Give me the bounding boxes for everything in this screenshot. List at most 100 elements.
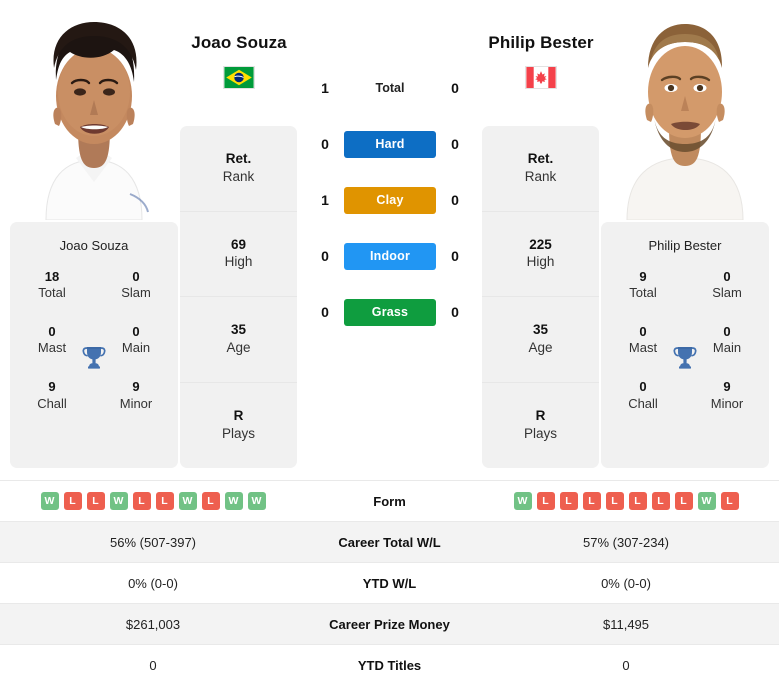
rank-label: Age <box>226 339 251 355</box>
rank-cell-plays: R Plays <box>482 383 599 469</box>
ranks-card-left: Ret. Rank 69 High 35 Age R Plays <box>180 126 297 468</box>
stat-value: 9 <box>723 379 731 395</box>
rank-label: Plays <box>523 425 557 441</box>
stat-cell: 0 Mast <box>601 312 685 367</box>
rank-label: Plays <box>221 425 255 441</box>
stat-label: Chall <box>37 395 67 411</box>
rank-label: High <box>224 254 253 270</box>
player-name-right: Philip Bester <box>488 33 594 52</box>
table-row-label: YTD Titles <box>357 657 422 673</box>
value-left: $261,003 <box>125 616 181 632</box>
h2h-label-total: Total <box>375 81 405 95</box>
rank-cell-high: 225 High <box>482 212 599 297</box>
stat-label: Mast <box>628 340 658 356</box>
stat-value: 0 <box>639 379 647 395</box>
table-row-ytd-titles: 0 YTD Titles 0 <box>0 644 779 685</box>
titles-card-left: Joao Souza 18 Total 0 Slam 0 Mast 0 Main… <box>10 222 178 468</box>
table-row-career-total-wl: 56% (507-397) Career Total W/L 57% (307-… <box>0 521 779 562</box>
rank-cell-plays: R Plays <box>180 383 297 469</box>
form-badge-win: W <box>224 492 243 510</box>
stat-cell: 0 Slam <box>685 257 769 312</box>
form-badge-loss: L <box>628 492 647 510</box>
stat-label: Slam <box>121 285 151 301</box>
stat-label: Slam <box>712 285 742 301</box>
rank-cell-high: 69 High <box>180 212 297 297</box>
rank-cell-rank: Ret. Rank <box>482 126 599 212</box>
form-badge-loss: L <box>651 492 670 510</box>
stat-cell: 0 Chall <box>601 367 685 422</box>
h2h-row-indoor: 0 Indoor 0 <box>306 228 474 284</box>
value-left: 0 <box>149 657 157 673</box>
comparison-stats-table: WLLWLLWLWW Form WLLLLLLLWL 56% (507-397)… <box>0 480 779 685</box>
stat-label: Total <box>629 285 657 301</box>
form-badge-win: W <box>697 492 716 510</box>
table-row-label: Career Prize Money <box>329 616 450 632</box>
stat-value: 0 <box>48 324 56 340</box>
stat-cell: 0 Main <box>685 312 769 367</box>
h2h-right-score-indoor: 0 <box>451 248 459 264</box>
surface-badge-grass[interactable]: Grass <box>344 298 436 326</box>
table-row-career-prize-money: $261,003 Career Prize Money $11,495 <box>0 603 779 644</box>
table-row-label: Form <box>373 493 406 509</box>
rank-value: 225 <box>529 236 552 252</box>
stat-cell: 0 Mast <box>10 312 94 367</box>
stat-cell: 9 Total <box>601 257 685 312</box>
h2h-left-score-total: 1 <box>321 80 329 96</box>
stat-value: 18 <box>44 269 60 284</box>
table-row-form: WLLWLLWLWW Form WLLLLLLLWL <box>0 480 779 521</box>
form-badges-left: WLLWLLWLWW <box>0 492 306 510</box>
form-cell-left: WLLWLLWLWW <box>0 492 306 510</box>
form-badge-loss: L <box>132 492 151 510</box>
stat-cell: 0 Slam <box>94 257 178 312</box>
stat-value: 0 <box>723 324 731 340</box>
rank-cell-age: 35 Age <box>180 297 297 383</box>
player-comparison-page: Joao Souza Philip Bester 1 Total 0 0 Har… <box>0 0 779 699</box>
value-right: $11,495 <box>602 616 650 632</box>
h2h-row-total: 1 Total 0 <box>306 60 474 116</box>
form-cell-right: WLLLLLLLWL <box>473 492 779 510</box>
h2h-row-grass: 0 Grass 0 <box>306 284 474 340</box>
rank-value: 69 <box>230 236 247 252</box>
h2h-right-score-grass: 0 <box>451 304 459 320</box>
stat-label: Minor <box>710 395 744 411</box>
stat-value: 0 <box>639 324 647 340</box>
stat-value: 9 <box>132 379 140 395</box>
form-badge-loss: L <box>720 492 739 510</box>
rank-value: R <box>535 408 546 424</box>
form-badges-right: WLLLLLLLWL <box>473 492 779 510</box>
brazil-flag-icon <box>223 66 255 89</box>
form-badge-loss: L <box>605 492 624 510</box>
titles-grid-left: 18 Total 0 Slam 0 Mast 0 Main 9 Chall 9 … <box>10 257 178 422</box>
h2h-left-score-grass: 0 <box>321 304 329 320</box>
titles-card-name-left: Joao Souza <box>59 238 129 253</box>
form-badge-win: W <box>513 492 532 510</box>
rank-label: High <box>526 254 555 270</box>
surface-badge-hard[interactable]: Hard <box>344 130 436 158</box>
stat-label: Mast <box>37 340 67 356</box>
stat-cell: 9 Minor <box>685 367 769 422</box>
table-row-label: Career Total W/L <box>338 534 441 550</box>
form-badge-loss: L <box>582 492 601 510</box>
stat-cell: 9 Minor <box>94 367 178 422</box>
form-badge-win: W <box>247 492 266 510</box>
rank-value: R <box>233 408 244 424</box>
rank-value: Ret. <box>527 151 554 167</box>
form-badge-win: W <box>178 492 197 510</box>
rank-value: Ret. <box>225 151 252 167</box>
stat-label: Minor <box>119 395 153 411</box>
stat-cell: 0 Main <box>94 312 178 367</box>
stat-value: 0 <box>132 324 140 340</box>
surface-badge-clay[interactable]: Clay <box>344 186 436 214</box>
rank-label: Rank <box>222 168 255 184</box>
rank-value: 35 <box>532 322 549 338</box>
h2h-surface-column: 1 Total 0 0 Hard 0 1 Clay 0 0 Indoor 0 0 <box>306 60 474 340</box>
h2h-row-hard: 0 Hard 0 <box>306 116 474 172</box>
stat-label: Main <box>121 340 151 356</box>
rank-value: 35 <box>230 322 247 338</box>
titles-card-name-right: Philip Bester <box>648 238 722 253</box>
titles-card-right: Philip Bester 9 Total 0 Slam 0 Mast 0 Ma… <box>601 222 769 468</box>
surface-badge-indoor[interactable]: Indoor <box>344 242 436 270</box>
h2h-right-score-clay: 0 <box>451 192 459 208</box>
stat-cell: 9 Chall <box>10 367 94 422</box>
titles-grid-right: 9 Total 0 Slam 0 Mast 0 Main 0 Chall 9 M… <box>601 257 769 422</box>
